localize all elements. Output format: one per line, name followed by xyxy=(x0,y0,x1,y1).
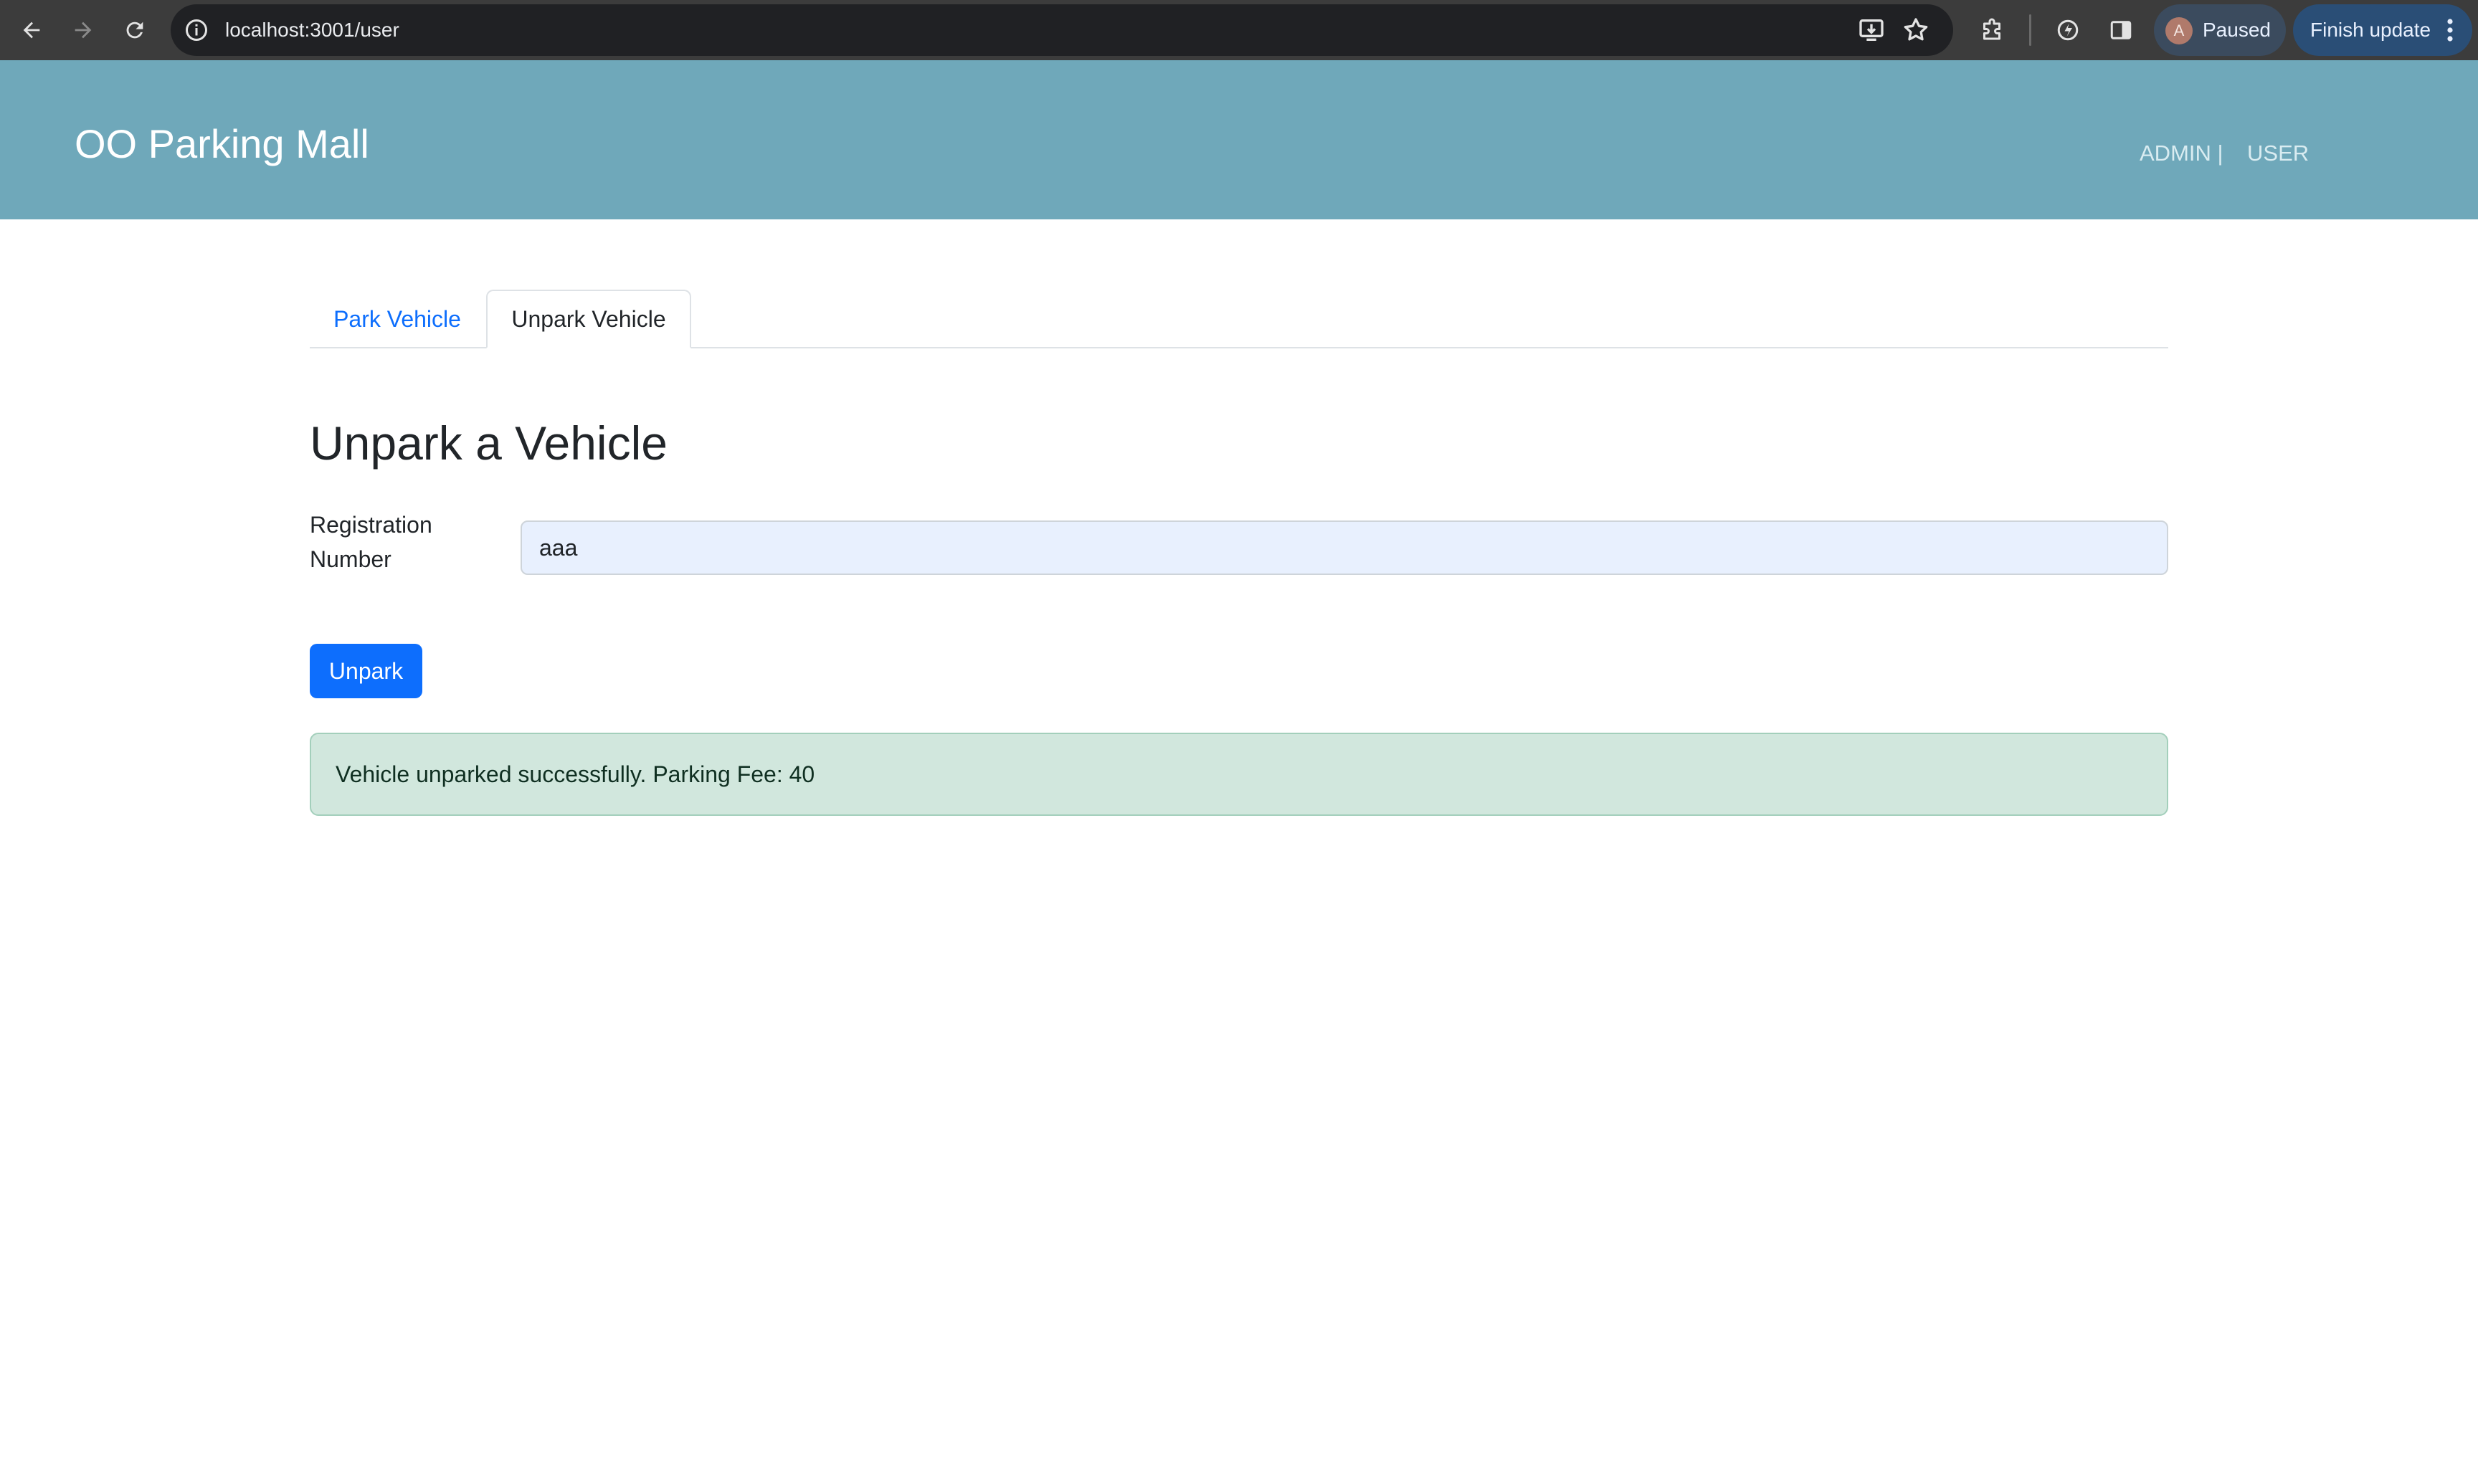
tab-unpark-vehicle[interactable]: Unpark Vehicle xyxy=(486,290,691,348)
registration-number-input[interactable] xyxy=(521,520,2168,575)
profile-status: Paused xyxy=(2203,19,2271,41)
site-info-icon[interactable] xyxy=(184,17,209,43)
finish-update-button[interactable]: Finish update xyxy=(2293,4,2472,56)
registration-number-label: Registration Number xyxy=(310,512,432,572)
avatar: A xyxy=(2165,17,2193,44)
performance-button[interactable] xyxy=(2049,11,2087,49)
extensions-button[interactable] xyxy=(1973,11,2011,49)
back-button[interactable] xyxy=(13,11,50,49)
brand-logo[interactable]: OO Parking Mall xyxy=(75,120,369,167)
puzzle-icon xyxy=(1983,18,2000,40)
toolbar-divider xyxy=(2029,14,2031,46)
browser-toolbar: localhost:3001/user A Paused Finish upda xyxy=(0,0,2478,60)
nav-link-user[interactable]: USER xyxy=(2247,141,2309,166)
profile-button[interactable]: A Paused xyxy=(2154,4,2286,56)
side-panel-icon xyxy=(2110,21,2132,39)
finish-update-label: Finish update xyxy=(2310,19,2431,41)
install-app-icon[interactable] xyxy=(1857,16,1886,44)
arrow-right-icon xyxy=(75,22,92,39)
more-vert-icon xyxy=(2447,19,2453,42)
reload-button[interactable] xyxy=(116,11,153,49)
forward-button[interactable] xyxy=(65,11,102,49)
nav-link-admin[interactable]: ADMIN | xyxy=(2140,141,2223,166)
page-title: Unpark a Vehicle xyxy=(310,417,668,470)
side-panel-button[interactable] xyxy=(2102,11,2140,49)
bookmark-star-icon[interactable] xyxy=(1902,16,1930,44)
speedometer-icon xyxy=(2057,19,2079,41)
reload-icon xyxy=(126,22,143,39)
address-bar[interactable]: localhost:3001/user xyxy=(171,4,1953,56)
success-alert: Vehicle unparked successfully. Parking F… xyxy=(310,733,2168,816)
tab-park-vehicle[interactable]: Park Vehicle xyxy=(310,290,485,348)
alert-message: Vehicle unparked successfully. Parking F… xyxy=(336,761,815,787)
unpark-button[interactable]: Unpark xyxy=(310,644,422,698)
app-header: OO Parking Mall ADMIN | USER xyxy=(0,60,2478,219)
arrow-left-icon xyxy=(23,22,40,39)
url-text[interactable]: localhost:3001/user xyxy=(225,4,399,56)
